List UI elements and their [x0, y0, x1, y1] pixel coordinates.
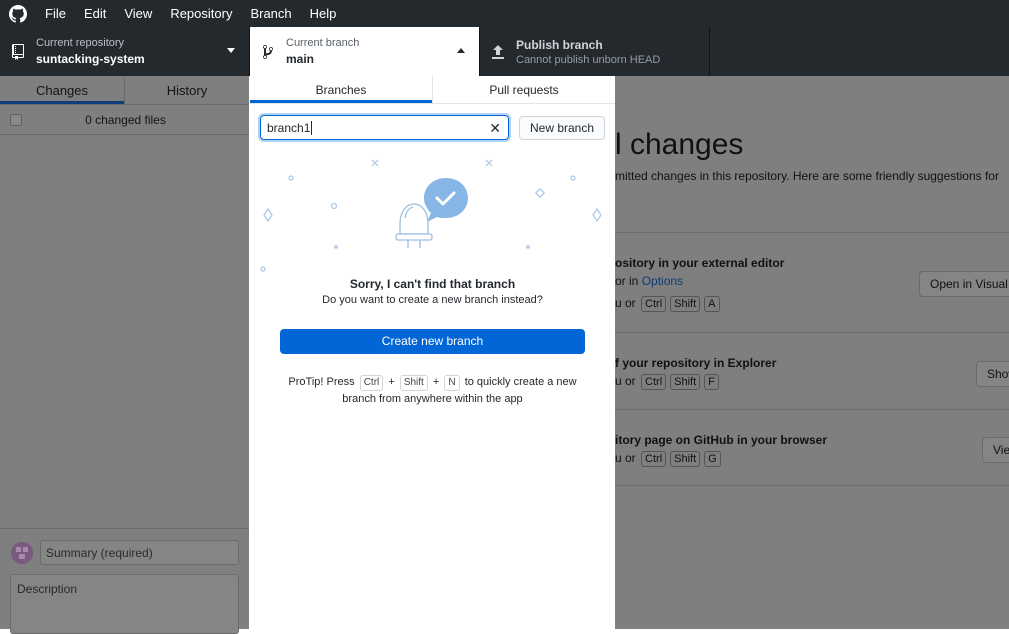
open-in-editor-button[interactable]: Open in Visual — [919, 271, 1009, 297]
clear-icon[interactable]: ✕ — [489, 120, 501, 137]
menu-file[interactable]: File — [36, 0, 75, 27]
menubar: File Edit View Repository Branch Help — [0, 0, 1009, 27]
avatar-icon — [11, 542, 33, 564]
repo-icon — [0, 43, 36, 60]
changes-tabs: Changes History — [0, 76, 249, 105]
menu-branch[interactable]: Branch — [241, 0, 300, 27]
no-changes-subtext: mitted changes in this repository. Here … — [615, 169, 999, 183]
new-branch-button[interactable]: New branch — [519, 116, 605, 140]
publish-branch-button[interactable]: Publish branch Cannot publish unborn HEA… — [480, 27, 710, 76]
branch-popup-tabs: Branches Pull requests — [250, 76, 615, 104]
bell-bubble-icon — [250, 156, 615, 276]
repo-name: suntacking-system — [36, 52, 145, 66]
tab-pull-requests[interactable]: Pull requests — [432, 76, 615, 103]
protip-plus: + — [432, 376, 440, 388]
create-question: Do you want to create a new branch inste… — [322, 294, 543, 306]
branch-filter-input[interactable]: branch1 ✕ — [260, 115, 509, 140]
branch-filter-value: branch1 — [267, 121, 311, 135]
key-ctrl: Ctrl — [641, 296, 667, 312]
select-all-checkbox[interactable] — [10, 113, 22, 126]
menu-view[interactable]: View — [115, 0, 161, 27]
key-a: A — [704, 296, 720, 312]
suggestion-github: itory page on GitHub in your browser u o… — [615, 409, 1009, 486]
suggestion-editor-shortcut: u or Ctrl Shift A — [615, 296, 722, 312]
protip-plus: + — [388, 376, 395, 388]
key-ctrl: Ctrl — [641, 374, 667, 390]
suggestion-github-shortcut: u or Ctrl Shift G — [615, 451, 723, 467]
changed-files-header: 0 changed files — [0, 105, 249, 135]
tab-history[interactable]: History — [124, 76, 249, 104]
suggestion-explorer-title: f your repository in Explorer — [615, 356, 777, 370]
suggestion-github-title: itory page on GitHub in your browser — [615, 433, 828, 447]
suggestion-editor-title: ository in your external editor — [615, 256, 785, 270]
branch-label: Current branch — [286, 37, 360, 49]
current-repository-button[interactable]: Current repository suntacking-system — [0, 27, 250, 76]
publish-icon — [480, 44, 516, 59]
create-new-branch-button[interactable]: Create new branch — [280, 329, 585, 354]
key-g: G — [704, 451, 721, 467]
protip: ProTip! Press Ctrl + Shift + N to quickl… — [280, 374, 585, 407]
branch-icon — [250, 44, 286, 60]
view-on-github-button[interactable]: View — [982, 437, 1009, 463]
suggestion-editor-line: or in Options — [615, 274, 683, 288]
key-ctrl: Ctrl — [359, 375, 384, 391]
suggestion-editor-line-text: or in — [615, 274, 642, 288]
suggestion-explorer: f your repository in Explorer u or Ctrl S… — [615, 332, 1009, 409]
key-n: N — [444, 375, 460, 391]
key-ctrl: Ctrl — [641, 451, 667, 467]
no-branch-message: Sorry, I can't find that branch — [349, 277, 516, 291]
shortcut-text: u or — [615, 374, 636, 388]
repo-label: Current repository — [36, 37, 125, 49]
publish-sub: Cannot publish unborn HEAD — [516, 53, 661, 66]
caret-up-icon — [457, 48, 465, 53]
branch-name: main — [286, 52, 315, 66]
changes-panel: Changes History 0 changed files Summary … — [0, 76, 249, 634]
suggestion-explorer-shortcut: u or Ctrl Shift F — [615, 374, 721, 390]
key-f: F — [704, 374, 719, 390]
options-link[interactable]: Options — [642, 274, 683, 288]
tab-branches[interactable]: Branches — [250, 76, 432, 103]
shortcut-text: u or — [615, 451, 636, 465]
caret-down-icon — [227, 48, 235, 53]
branch-popup: Branches Pull requests branch1 ✕ New bra… — [250, 76, 615, 629]
protip-suffix: to quickly create a new — [464, 376, 577, 388]
protip-prefix: ProTip! Press — [288, 376, 355, 388]
key-shift: Shift — [670, 451, 701, 467]
menu-edit[interactable]: Edit — [75, 0, 115, 27]
key-shift: Shift — [670, 374, 701, 390]
current-branch-button[interactable]: Current branch main — [250, 27, 480, 76]
changed-files-count: 0 changed files — [85, 112, 166, 127]
shortcut-text: u or — [615, 296, 636, 310]
key-shift: Shift — [670, 296, 701, 312]
commit-area: Summary (required) Description — [0, 528, 249, 634]
github-logo-icon — [0, 0, 36, 27]
protip-line2: branch from anywhere within the app — [342, 393, 523, 405]
publish-label: Publish branch — [516, 37, 603, 52]
menu-help[interactable]: Help — [301, 0, 346, 27]
show-in-explorer-button[interactable]: Show — [976, 361, 1009, 387]
summary-input[interactable]: Summary (required) — [40, 540, 239, 565]
no-changes-view: l changes mitted changes in this reposit… — [615, 76, 1009, 629]
no-changes-heading: l changes — [615, 128, 744, 161]
suggestion-editor: ository in your external editor or in Op… — [615, 232, 1009, 332]
description-input[interactable]: Description — [10, 574, 239, 634]
menu-repository[interactable]: Repository — [161, 0, 241, 27]
key-shift: Shift — [399, 375, 428, 391]
tab-changes[interactable]: Changes — [0, 76, 124, 104]
toolbar: Current repository suntacking-system Cur… — [0, 27, 1009, 76]
